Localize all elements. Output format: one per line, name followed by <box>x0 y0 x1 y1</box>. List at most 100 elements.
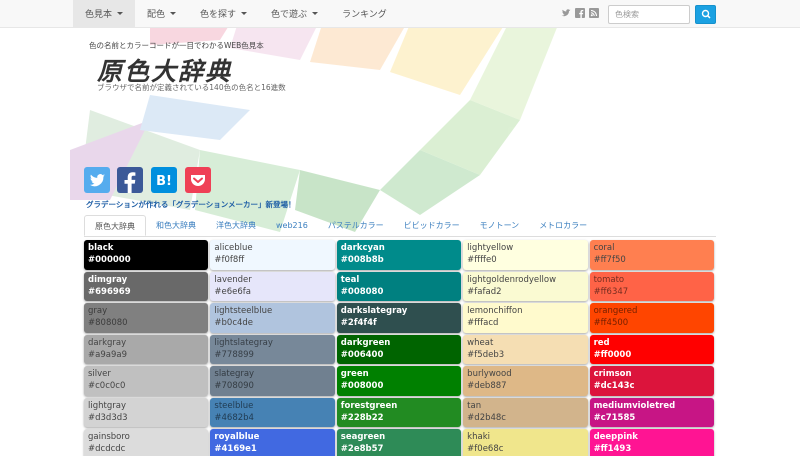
nav-item-label: 色で遊ぶ <box>271 10 308 20</box>
color-swatch-name: lightsteelblue <box>214 306 273 316</box>
color-swatch-name: silver <box>88 369 111 379</box>
color-swatch[interactable]: lightsteelblue #b0c4de <box>210 303 335 333</box>
tab-metro[interactable]: メトロカラー <box>529 215 597 236</box>
color-swatch-name: crimson <box>593 369 632 379</box>
pocket-button[interactable] <box>185 167 211 193</box>
color-swatch[interactable]: darkgreen #006400 <box>336 334 462 364</box>
color-swatch[interactable]: crimson #dc143c <box>589 366 714 396</box>
color-swatch[interactable]: orangered #ff4500 <box>589 303 714 333</box>
tab-pastel[interactable]: パステルカラー <box>318 215 394 236</box>
nav-item-find-color[interactable]: 色を探す <box>188 0 259 28</box>
rss-icon[interactable] <box>589 8 599 18</box>
color-swatch[interactable]: darkgray #a9a9a9 <box>84 334 209 364</box>
twitter-share-button[interactable] <box>84 167 110 193</box>
color-swatch-name: tan <box>467 400 482 411</box>
search-button[interactable] <box>695 5 716 24</box>
nav-item-ranking[interactable]: ランキング <box>330 0 399 28</box>
facebook-share-button[interactable] <box>117 167 143 193</box>
caret-down-icon <box>312 12 319 15</box>
color-swatch-name: green <box>340 369 369 379</box>
tab-monotone[interactable]: モノトーン <box>470 215 530 236</box>
tab-western-colors[interactable]: 洋色大辞典 <box>206 215 266 236</box>
nav-item-color-samples[interactable]: 色見本 <box>73 0 136 28</box>
color-swatch[interactable]: mediumvioletred #c71585 <box>589 397 714 427</box>
facebook-icon[interactable] <box>575 8 585 18</box>
tab-web216[interactable]: web216 <box>266 215 318 236</box>
color-swatch[interactable]: lightgray #d3d3d3 <box>84 397 209 427</box>
color-swatch-hex: #2e8b57 <box>340 444 384 454</box>
color-swatch-grid: black #000000 aliceblue #f0f8ff darkcyan #008… <box>84 240 716 456</box>
color-swatch[interactable]: lightslategray #778899 <box>210 334 335 364</box>
color-swatch[interactable]: royalblue #4169e1 <box>210 429 335 456</box>
color-swatch[interactable]: silver #c0c0c0 <box>84 366 209 396</box>
color-swatch[interactable]: wheat #f5deb3 <box>463 334 588 364</box>
color-swatch[interactable]: steelblue #4682b4 <box>210 397 335 427</box>
color-swatch[interactable]: black #000000 <box>84 240 209 270</box>
color-swatch[interactable]: khaki #f0e68c <box>463 429 588 456</box>
color-swatch[interactable]: green #008000 <box>336 366 462 396</box>
color-swatch-hex: #ff4500 <box>593 318 629 328</box>
color-swatch[interactable]: tomato #ff6347 <box>589 271 714 301</box>
color-swatch-name: darkcyan <box>340 243 385 253</box>
color-swatch-name: coral <box>593 243 615 253</box>
color-swatch[interactable]: darkslategray #2f4f4f <box>336 303 462 333</box>
nav-item-label: 色見本 <box>85 10 113 20</box>
color-swatch-name: gray <box>88 306 108 316</box>
color-swatch[interactable]: coral #ff7f50 <box>589 240 714 270</box>
color-swatch[interactable]: forestgreen #228b22 <box>336 397 462 427</box>
color-swatch-hex: #008000 <box>340 381 384 391</box>
color-swatch-name: red <box>593 337 610 348</box>
color-swatch[interactable]: red #ff0000 <box>589 334 714 364</box>
color-swatch[interactable]: seagreen #2e8b57 <box>336 429 462 456</box>
search-input[interactable]: 色検索 <box>608 5 690 24</box>
color-swatch[interactable]: slategray #708090 <box>210 366 335 396</box>
color-swatch[interactable]: lightyellow #ffffe0 <box>463 240 588 270</box>
nav-item-color-schemes[interactable]: 配色 <box>135 0 188 28</box>
color-swatch-hex: #ffffe0 <box>467 255 497 265</box>
color-swatch[interactable]: deeppink #ff1493 <box>589 429 714 456</box>
tab-genshoku[interactable]: 原色大辞典 <box>84 215 146 236</box>
color-swatch-hex: #e6e6fa <box>214 286 251 297</box>
site-tagline: 色の名前とカラーコードが一目でわかるWEB色見本 <box>89 41 264 50</box>
color-swatch-name: khaki <box>467 432 490 442</box>
color-swatch[interactable]: aliceblue #f0f8ff <box>210 240 335 270</box>
hatena-bookmark-button[interactable]: B! <box>151 167 177 193</box>
color-swatch[interactable]: tan #d2b48c <box>463 397 588 427</box>
color-swatch-hex: #ff6347 <box>593 286 629 297</box>
color-swatch[interactable]: gray #808080 <box>84 303 209 333</box>
color-swatch-name: mediumvioletred <box>593 400 676 411</box>
color-swatch-hex: #d3d3d3 <box>88 412 128 423</box>
color-swatch-name: seagreen <box>340 432 386 442</box>
color-swatch-hex: #2f4f4f <box>340 318 377 328</box>
promo-link[interactable]: グラデーションが作れる「グラデーションメーカー」新登場！ <box>86 199 295 210</box>
tab-wa-colors[interactable]: 和色大辞典 <box>146 215 206 236</box>
color-swatch-hex: #708090 <box>214 381 254 391</box>
color-swatch-name: gainsboro <box>88 432 130 442</box>
color-swatch-name: teal <box>340 274 360 285</box>
color-swatch[interactable]: lemonchiffon #fffacd <box>463 303 588 333</box>
color-swatch[interactable]: teal #008080 <box>336 271 462 301</box>
color-swatch-hex: #ff1493 <box>593 444 632 454</box>
color-swatch-name: lightgray <box>88 400 126 411</box>
search-icon <box>701 9 711 19</box>
tab-vivid[interactable]: ビビッドカラー <box>394 215 470 236</box>
caret-down-icon <box>170 12 177 15</box>
color-swatch-name: slategray <box>214 369 255 379</box>
color-swatch[interactable]: darkcyan #008b8b <box>336 240 462 270</box>
color-swatch[interactable]: lavender #e6e6fa <box>210 271 335 301</box>
facebook-icon <box>124 172 136 193</box>
twitter-icon[interactable] <box>561 8 571 18</box>
pocket-icon <box>191 175 205 186</box>
color-swatch[interactable]: dimgray #696969 <box>84 271 209 301</box>
color-swatch-name: burlywood <box>467 369 512 379</box>
color-swatch-name: dimgray <box>88 274 128 285</box>
twitter-icon <box>89 174 105 187</box>
color-swatch[interactable]: burlywood #deb887 <box>463 366 588 396</box>
color-swatch[interactable]: gainsboro #dcdcdc <box>84 429 209 456</box>
color-swatch[interactable]: lightgoldenrodyellow #fafad2 <box>463 271 588 301</box>
nav-item-label: ランキング <box>342 10 387 20</box>
color-swatch-hex: #4169e1 <box>214 444 257 454</box>
nav-item-play-with-color[interactable]: 色で遊ぶ <box>259 0 330 28</box>
color-swatch-hex: #4682b4 <box>214 412 254 423</box>
color-swatch-name: aliceblue <box>214 243 253 253</box>
